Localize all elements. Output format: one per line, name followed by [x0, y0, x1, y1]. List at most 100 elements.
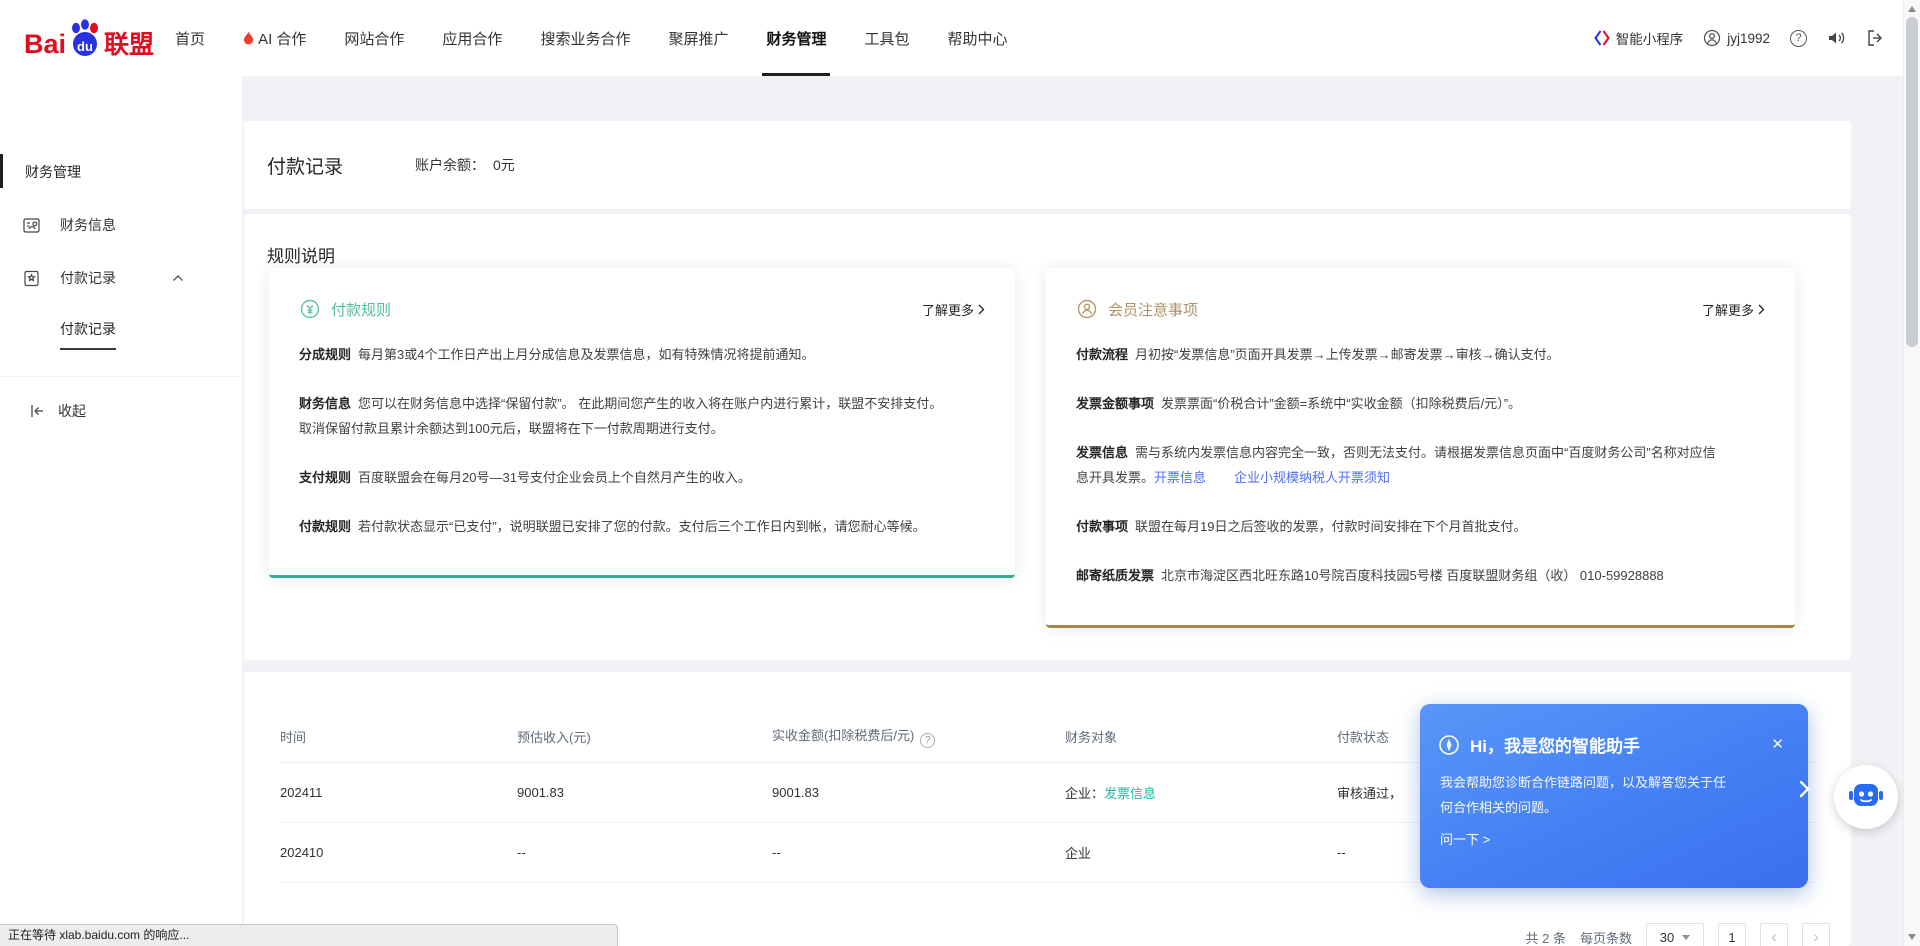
member-notes-card: 会员注意事项 了解更多 付款流程月初按“发票信息”页面开具发票→上传发票→邮寄发… — [1046, 268, 1795, 628]
chevron-right-icon — [1758, 304, 1765, 315]
collapse-label: 收起 — [58, 401, 86, 421]
cell-entity: 企业 — [1065, 822, 1337, 882]
nav-item-toolkit[interactable]: 工具包 — [845, 0, 928, 76]
assistant-popup: Hi，我是您的智能助手 ✕ 我会帮助您诊断合作链路问题，以及解答您关于任 何合作… — [1420, 704, 1808, 888]
nav-item-search-biz[interactable]: 搜索业务合作 — [521, 0, 649, 76]
nav-item-home[interactable]: 首页 — [156, 0, 224, 76]
sidebar-divider — [0, 376, 242, 377]
sidebar-collapse-button[interactable]: 收起 — [0, 401, 242, 421]
prev-page-button[interactable]: ‹ — [1760, 923, 1788, 946]
account-balance: 账户余额： 0元 — [415, 155, 515, 175]
scroll-up-arrow-icon[interactable] — [1908, 6, 1916, 12]
nav-item-website[interactable]: 网站合作 — [325, 0, 423, 76]
sidebar-subitem-payment-records-active[interactable]: 付款记录 — [60, 319, 116, 350]
col-header-time: 时间 — [280, 712, 517, 762]
balance-value: 0元 — [493, 155, 515, 175]
rule-payment-status: 付款规则若付款状态显示“已支付”，说明联盟已安排了您的付款。支付后三个工作日内到… — [299, 514, 985, 539]
sound-icon[interactable] — [1827, 29, 1846, 47]
balance-label: 账户余额： — [415, 155, 485, 175]
rule-share: 分成规则每月第3或4个工作日产出上月分成信息及发票信息，如有特殊情况将提前通知。 — [299, 342, 985, 367]
flame-icon — [243, 31, 254, 45]
payment-rules-card: 付款规则 了解更多 分成规则每月第3或4个工作日产出上月分成信息及发票信息，如有… — [269, 268, 1015, 578]
help-icon[interactable]: ? — [1790, 30, 1807, 47]
payment-rules-more-link[interactable]: 了解更多 — [922, 300, 985, 319]
top-nav: Bai du 联盟 首页 AI 合作 网站合作 应用合作 搜索业务合作 聚屏推广… — [0, 0, 1920, 76]
scroll-down-arrow-icon[interactable] — [1908, 934, 1916, 940]
coin-icon — [299, 298, 321, 320]
caret-down-icon — [1682, 935, 1690, 940]
baidu-union-logo[interactable]: Bai du 联盟 — [24, 18, 154, 58]
rule-pay: 支付规则百度联盟会在每月20号—31号支付企业会员上个自然月产生的收入。 — [299, 465, 985, 490]
logout-icon[interactable] — [1866, 29, 1884, 47]
miniprogram-link[interactable]: 智能小程序 — [1594, 28, 1684, 48]
chevron-right-icon — [978, 304, 985, 315]
col-header-estimated: 预估收入(元) — [517, 712, 772, 762]
cell-time: 202411 — [280, 762, 517, 822]
sidebar-item-label: 付款记录 — [60, 268, 116, 288]
ask-button[interactable]: 问一下 > — [1420, 820, 1490, 848]
member-notes-title: 会员注意事项 — [1108, 299, 1198, 320]
nav-item-help-center[interactable]: 帮助中心 — [929, 0, 1027, 76]
payment-rules-title: 付款规则 — [331, 299, 391, 320]
nav-item-finance[interactable]: 财务管理 — [747, 0, 845, 76]
nav-item-screen-promo[interactable]: 聚屏推广 — [649, 0, 747, 76]
payment-rules-body: 分成规则每月第3或4个工作日产出上月分成信息及发票信息，如有特殊情况将提前通知。… — [269, 320, 1015, 539]
current-page[interactable]: 1 — [1718, 923, 1746, 946]
user-icon — [1703, 29, 1721, 47]
payment-records-icon — [22, 269, 41, 288]
page-header-card: 付款记录 账户余额： 0元 — [244, 121, 1851, 209]
nav-item-app[interactable]: 应用合作 — [423, 0, 521, 76]
browser-status-bar: 正在等待 xlab.baidu.com 的响应... — [0, 924, 618, 946]
cell-estimated: -- — [517, 822, 772, 882]
cell-received: -- — [772, 822, 1065, 882]
rules-section-title: 规则说明 — [267, 242, 1851, 267]
logo-text-du: du — [77, 39, 93, 54]
payment-rules-header: 付款规则 了解更多 — [269, 268, 1015, 320]
rule-finance-info: 财务信息您可以在财务信息中选择“保留付款”。 在此期间您产生的收入将在账户内进行… — [299, 391, 985, 441]
logo-text-union: 联盟 — [104, 32, 154, 58]
total-count: 共 2 条 — [1526, 928, 1566, 946]
pagination: 共 2 条 每页条数 30 1 ‹ › — [1526, 923, 1830, 946]
nav-menu: 首页 AI 合作 网站合作 应用合作 搜索业务合作 聚屏推广 财务管理 工具包 … — [156, 0, 1026, 76]
note-invoice-info: 发票信息需与系统内发票信息内容完全一致，否则无法支付。请根据发票信息页面中“百度… — [1076, 440, 1765, 490]
nav-item-ai[interactable]: AI 合作 — [224, 0, 325, 76]
note-mail-invoice: 邮寄纸质发票北京市海淀区西北旺东路10号院百度科技园5号楼 百度联盟财务组（收）… — [1076, 563, 1765, 588]
question-icon[interactable]: ? — [920, 733, 935, 748]
rules-section-card: 规则说明 付款规则 了解更多 分成规则每月第3或4个工作日产出上月分成信息及发票… — [244, 214, 1851, 660]
invoice-detail-link[interactable]: 发票信息 — [1104, 786, 1156, 801]
page-title: 付款记录 — [267, 152, 343, 179]
cell-estimated: 9001.83 — [517, 762, 772, 822]
close-icon[interactable]: ✕ — [1771, 737, 1784, 752]
sidebar-item-label: 财务信息 — [60, 215, 116, 235]
page-size-select[interactable]: 30 — [1646, 923, 1704, 946]
compass-icon — [1438, 734, 1460, 756]
sidebar-item-payment-records[interactable]: 付款记录 — [0, 268, 242, 288]
assistant-message: 我会帮助您诊断合作链路问题，以及解答您关于任 何合作相关的问题。 — [1420, 757, 1808, 820]
collapse-arrow-icon — [28, 402, 46, 420]
cell-time: 202410 — [280, 822, 517, 882]
cell-received: 9001.83 — [772, 762, 1065, 822]
small-taxpayer-guide-link[interactable]: 企业小规模纳税人开票须知 — [1234, 465, 1390, 490]
member-notes-header: 会员注意事项 了解更多 — [1046, 268, 1795, 320]
collapse-chevron-icon[interactable] — [1799, 780, 1810, 798]
chevron-up-icon[interactable] — [172, 274, 184, 282]
scrollbar-thumb[interactable] — [1906, 17, 1918, 347]
member-notes-body: 付款流程月初按“发票信息”页面开具发票→上传发票→邮寄发票→审核→确认支付。 发… — [1046, 320, 1795, 588]
member-notes-more-link[interactable]: 了解更多 — [1702, 300, 1765, 319]
assistant-header: Hi，我是您的智能助手 ✕ — [1420, 704, 1808, 757]
note-invoice-amount: 发票金额事项发票票面“价税合计”金额=系统中“实收金额（扣除税费后/元）”。 — [1076, 391, 1765, 416]
miniprogram-icon — [1594, 30, 1610, 46]
col-header-entity: 财务对象 — [1065, 712, 1337, 762]
col-header-received: 实收金额(扣除税费后/元)? — [772, 712, 1065, 762]
invoice-info-link[interactable]: 开票信息 — [1154, 465, 1206, 490]
sidebar-item-finance-info[interactable]: 财务信息 — [0, 215, 242, 235]
page-scrollbar[interactable] — [1903, 0, 1920, 946]
next-page-button[interactable]: › — [1802, 923, 1830, 946]
finance-info-icon — [22, 216, 41, 235]
baidu-paw-icon: du — [67, 18, 103, 58]
assistant-title: Hi，我是您的智能助手 — [1470, 732, 1640, 757]
cell-entity: 企业：发票信息 — [1065, 762, 1337, 822]
sidebar: 财务管理 财务信息 付款记录 付款记录 收起 — [0, 76, 242, 946]
user-account[interactable]: jyj1992 — [1703, 29, 1770, 47]
assistant-robot-button[interactable] — [1834, 765, 1898, 829]
